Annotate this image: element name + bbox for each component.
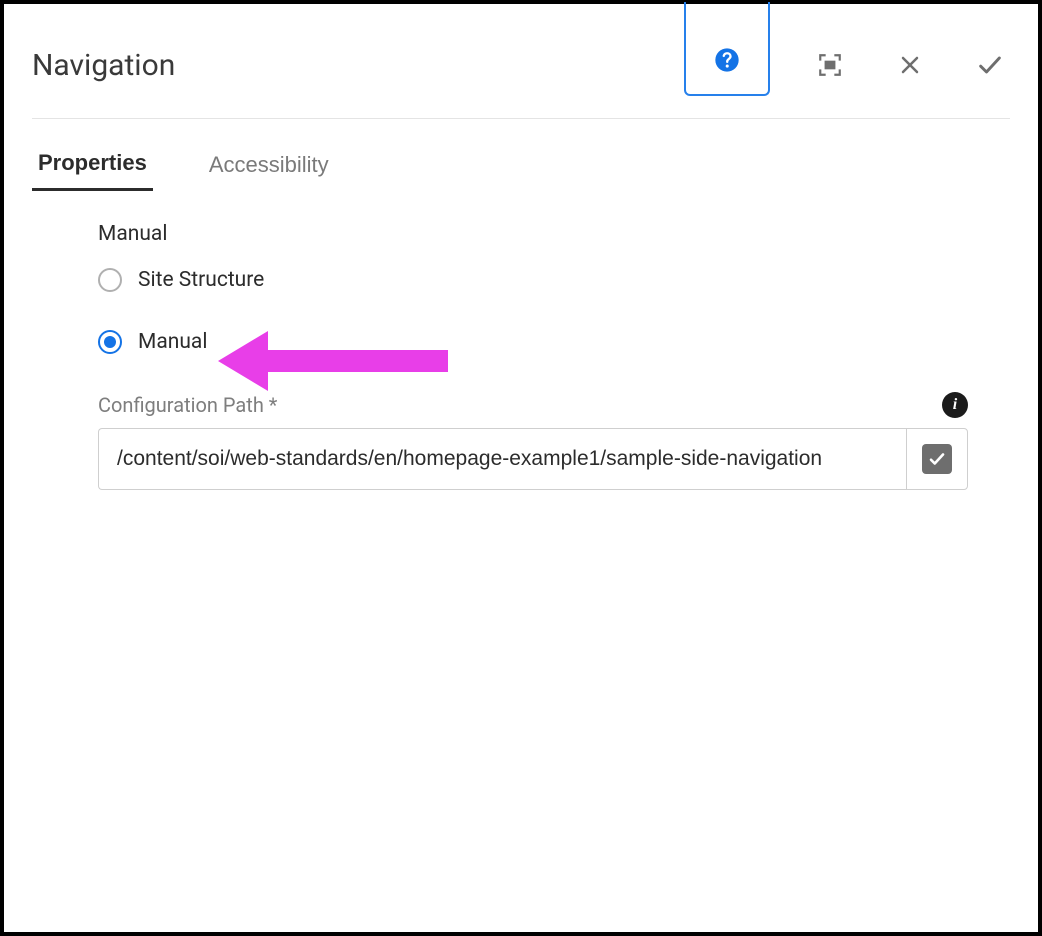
info-icon: i: [953, 396, 957, 414]
config-path-label-row: Configuration Path * i: [98, 392, 968, 418]
done-button[interactable]: [970, 45, 1010, 85]
config-path-field: [98, 428, 968, 490]
config-path-input[interactable]: [98, 428, 906, 490]
tab-bar: Properties Accessibility: [4, 119, 1038, 192]
radio-manual[interactable]: Manual: [98, 330, 968, 354]
help-button[interactable]: [684, 2, 770, 96]
radio-label: Manual: [138, 330, 207, 354]
tab-accessibility[interactable]: Accessibility: [203, 149, 335, 191]
section-label-manual: Manual: [98, 222, 968, 246]
question-circle-icon: [713, 46, 741, 74]
radio-indicator: [98, 330, 122, 354]
dialog-title: Navigation: [32, 48, 684, 83]
close-icon: [898, 53, 922, 77]
check-icon: [922, 444, 952, 474]
config-path-browse-button[interactable]: [906, 428, 968, 490]
radio-indicator: [98, 268, 122, 292]
cancel-button[interactable]: [890, 45, 930, 85]
fullscreen-button[interactable]: [810, 45, 850, 85]
fullscreen-icon: [817, 52, 843, 78]
properties-panel: Manual Site Structure Manual Configurati…: [4, 192, 1038, 490]
check-icon: [976, 51, 1004, 79]
dialog-frame: Navigation: [0, 0, 1042, 936]
config-path-label: Configuration Path *: [98, 393, 277, 417]
radio-site-structure[interactable]: Site Structure: [98, 268, 968, 292]
info-button[interactable]: i: [942, 392, 968, 418]
radio-label: Site Structure: [138, 268, 264, 292]
dialog-header: Navigation: [4, 4, 1038, 118]
tab-properties[interactable]: Properties: [32, 149, 153, 191]
header-actions: [684, 32, 1010, 98]
